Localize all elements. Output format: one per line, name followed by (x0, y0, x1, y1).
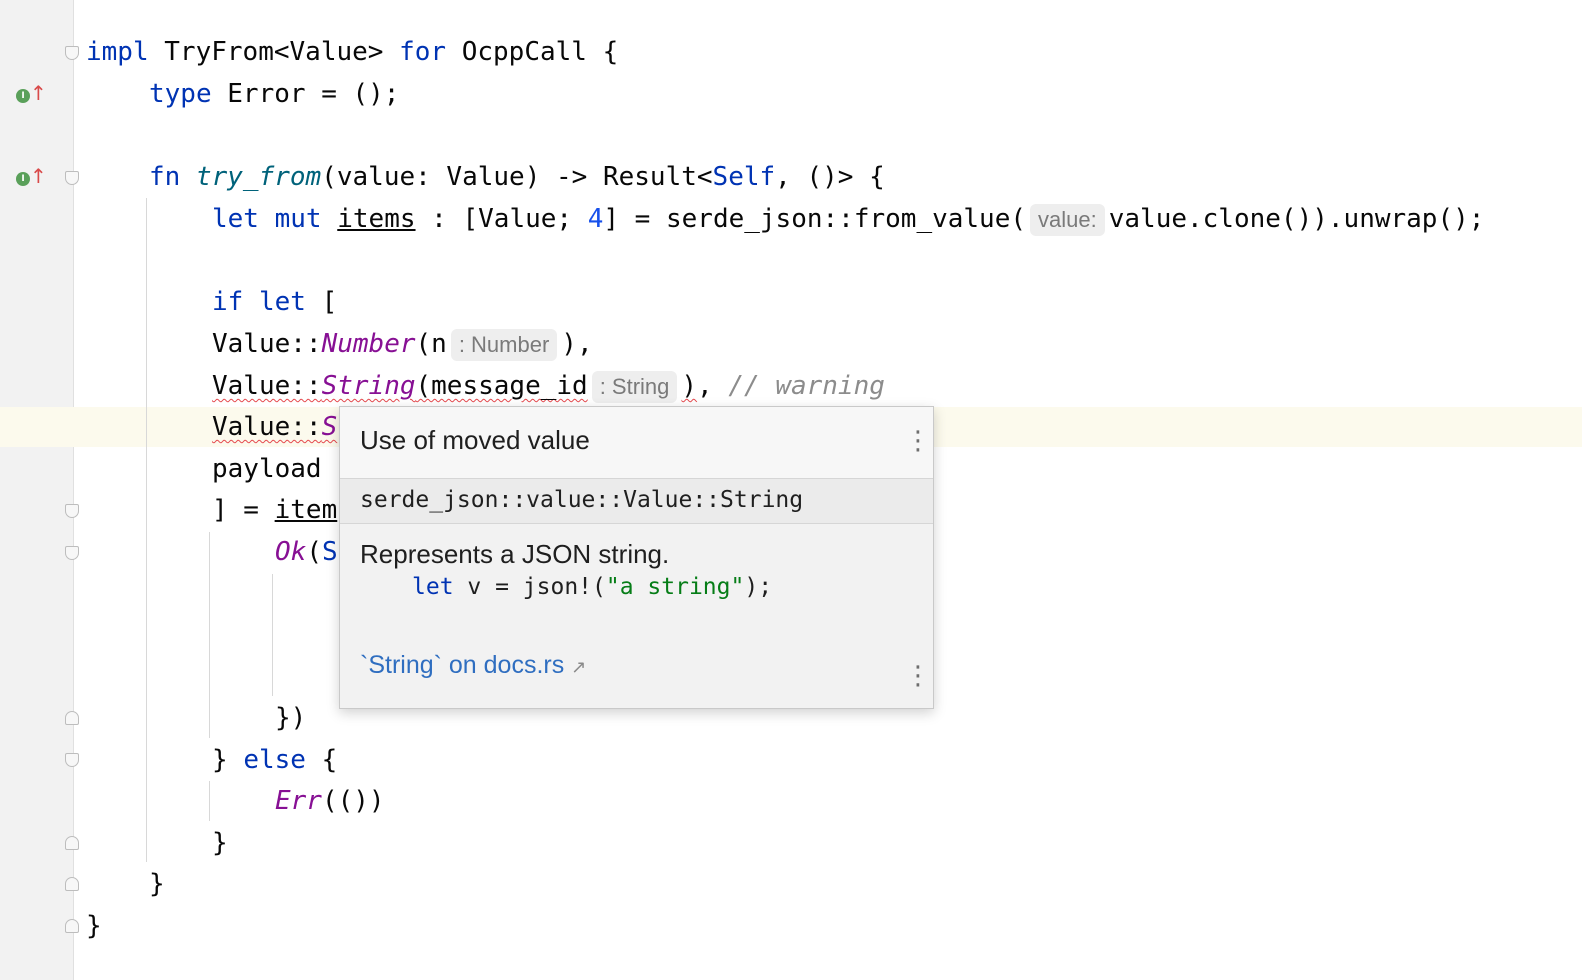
fold-open-icon[interactable] (65, 753, 79, 767)
popup-description: Represents a JSON string. (360, 539, 670, 569)
more-options-icon[interactable]: ⋮ (905, 427, 931, 455)
code-line: let mut items : [Value; 4] = serde_json:… (212, 203, 1485, 236)
indent-guide (272, 574, 273, 696)
editor-gutter[interactable] (0, 0, 74, 980)
docs-rs-link[interactable]: `String` on docs.rs ↗ (360, 651, 586, 680)
code-line: Value::String(message_id: String), // wa… (212, 370, 885, 403)
code-line: Err(()) (275, 786, 385, 816)
mutable-variable: items (337, 204, 416, 234)
implementation-marker-icon[interactable]: I ↑ (16, 82, 47, 106)
code-line: } (212, 828, 228, 858)
code-line: Value::Number(n: Number), (212, 328, 593, 361)
code-line: if let [ (212, 287, 338, 317)
code-line: Value::S (212, 406, 337, 448)
code-line: }) (275, 703, 307, 733)
implementation-marker-icon[interactable]: I ↑ (16, 165, 47, 189)
type-hint: : Number (450, 328, 558, 361)
fold-open-icon[interactable] (65, 46, 79, 60)
parameter-hint: value: (1030, 203, 1105, 236)
fold-open-icon[interactable] (65, 171, 79, 185)
code-line: ] = item (212, 495, 338, 525)
indent-guide (146, 198, 147, 862)
error-highlight: Value:: (212, 412, 322, 442)
code-line: Ok(S (275, 537, 338, 567)
fold-open-icon[interactable] (65, 504, 79, 518)
error-highlight: ) (681, 371, 698, 401)
indent-guide (209, 781, 210, 821)
error-highlight: Value:: (212, 371, 322, 401)
code-line: type Error = (); (149, 79, 400, 109)
popup-definition: serde_json::value::Value::String (340, 479, 933, 524)
error-highlight: S (321, 412, 338, 442)
popup-body: Represents a JSON string. let v = json!(… (360, 539, 920, 600)
indent-guide (209, 532, 210, 738)
fold-open-icon[interactable] (65, 546, 79, 560)
error-highlight: String (321, 371, 416, 401)
popup-code-example: let v = json!("a string"); (412, 574, 773, 600)
fold-close-icon[interactable] (65, 836, 79, 850)
quick-documentation-popup[interactable]: Use of moved value ⋮ serde_json::value::… (339, 406, 934, 709)
code-line: } (149, 869, 165, 899)
code-line: impl TryFrom<Value> for OcppCall { (86, 37, 619, 67)
code-line: } (86, 911, 102, 941)
popup-title: Use of moved value (360, 425, 590, 455)
type-hint: : String (591, 370, 678, 403)
more-options-icon[interactable]: ⋮ (905, 662, 931, 690)
fold-close-icon[interactable] (65, 919, 79, 933)
error-highlight: (message_id (415, 371, 588, 401)
popup-header: Use of moved value ⋮ (340, 407, 933, 479)
definition-signature: serde_json::value::Value::String (360, 487, 804, 513)
code-line: fn try_from(value: Value) -> Result<Self… (149, 162, 885, 192)
code-line: } else { (212, 745, 338, 775)
external-link-icon: ↗ (571, 657, 587, 678)
code-line: payload (212, 454, 322, 484)
fold-close-icon[interactable] (65, 711, 79, 725)
fold-close-icon[interactable] (65, 877, 79, 891)
